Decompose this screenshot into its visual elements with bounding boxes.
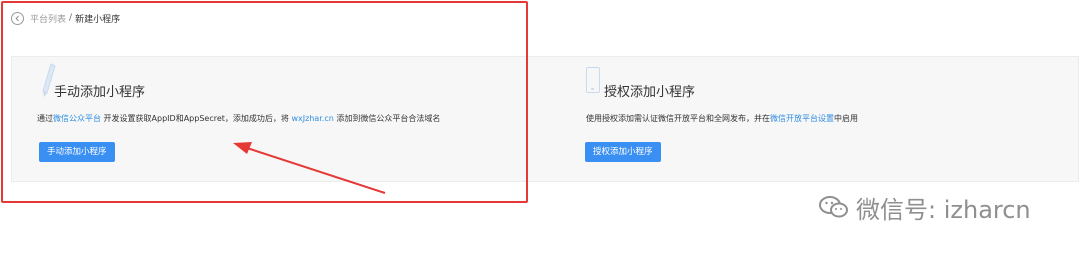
wechat-icon — [819, 196, 848, 218]
watermark-text: 微信号: izharcn — [856, 195, 1031, 224]
phone-icon — [586, 67, 600, 93]
auth-add-button[interactable]: 授权添加小程序 — [585, 142, 661, 162]
auth-desc-post: 中启用 — [834, 114, 858, 123]
auth-card-title: 授权添加小程序 — [604, 85, 696, 100]
auth-card-description: 使用授权添加需认证微信开放平台和全网发布，并在微信开放平台设置中启用 — [586, 113, 858, 124]
auth-desc-pre: 使用授权添加需认证微信开放平台和全网发布，并在 — [586, 114, 770, 123]
annotation-highlight-box — [1, 1, 528, 203]
open-platform-settings-link[interactable]: 微信开放平台设置 — [770, 114, 834, 123]
wechat-watermark: 微信号: izharcn — [818, 192, 1031, 224]
